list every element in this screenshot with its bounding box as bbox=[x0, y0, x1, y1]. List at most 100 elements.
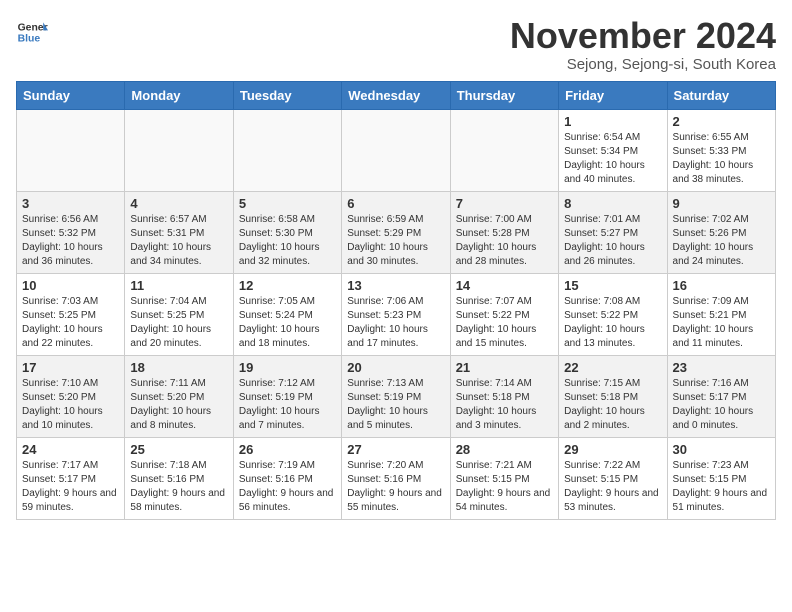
calendar-cell bbox=[125, 109, 233, 191]
calendar-cell: 3 Sunrise: 6:56 AM Sunset: 5:32 PM Daylig… bbox=[17, 191, 125, 273]
calendar-cell: 7Sunrise: 7:00 AM Sunset: 5:28 PM Daylig… bbox=[450, 191, 558, 273]
day-number: 5 bbox=[239, 196, 336, 211]
logo: General Blue bbox=[16, 16, 48, 48]
day-info: Sunrise: 7:03 AM Sunset: 5:25 PM Dayligh… bbox=[22, 295, 119, 351]
day-info: Sunrise: 7:22 AM Sunset: 5:15 PM Dayligh… bbox=[564, 459, 661, 515]
day-number: 2 bbox=[673, 114, 770, 129]
day-number: 20 bbox=[347, 360, 444, 375]
day-number: 9 bbox=[673, 196, 770, 211]
calendar-week-row: 3 Sunrise: 6:56 AM Sunset: 5:32 PM Daylig… bbox=[17, 191, 776, 273]
weekday-header: Tuesday bbox=[233, 81, 341, 109]
day-number: 3 bbox=[22, 196, 119, 211]
day-number: 19 bbox=[239, 360, 336, 375]
day-number: 15 bbox=[564, 278, 661, 293]
day-number: 4 bbox=[130, 196, 227, 211]
day-info: Sunrise: 7:18 AM Sunset: 5:16 PM Dayligh… bbox=[130, 459, 227, 515]
day-info: Sunrise: 6:54 AM Sunset: 5:34 PM Dayligh… bbox=[564, 131, 661, 187]
calendar-week-row: 1 Sunrise: 6:54 AM Sunset: 5:34 PM Daylig… bbox=[17, 109, 776, 191]
calendar-cell: 11Sunrise: 7:04 AM Sunset: 5:25 PM Dayli… bbox=[125, 273, 233, 355]
day-info: Sunrise: 7:23 AM Sunset: 5:15 PM Dayligh… bbox=[673, 459, 770, 515]
calendar-cell: 18Sunrise: 7:11 AM Sunset: 5:20 PM Dayli… bbox=[125, 355, 233, 437]
day-info: Sunrise: 6:59 AM Sunset: 5:29 PM Dayligh… bbox=[347, 213, 444, 269]
location-subtitle: Sejong, Sejong-si, South Korea bbox=[510, 56, 776, 73]
calendar-cell: 5 Sunrise: 6:58 AM Sunset: 5:30 PM Daylig… bbox=[233, 191, 341, 273]
weekday-header: Thursday bbox=[450, 81, 558, 109]
day-info: Sunrise: 7:02 AM Sunset: 5:26 PM Dayligh… bbox=[673, 213, 770, 269]
day-info: Sunrise: 7:19 AM Sunset: 5:16 PM Dayligh… bbox=[239, 459, 336, 515]
calendar-week-row: 17Sunrise: 7:10 AM Sunset: 5:20 PM Dayli… bbox=[17, 355, 776, 437]
day-number: 23 bbox=[673, 360, 770, 375]
calendar-cell: 14 Sunrise: 7:07 AM Sunset: 5:22 PM Dayli… bbox=[450, 273, 558, 355]
calendar-cell bbox=[233, 109, 341, 191]
calendar-cell: 25 Sunrise: 7:18 AM Sunset: 5:16 PM Dayli… bbox=[125, 437, 233, 519]
day-number: 14 bbox=[456, 278, 553, 293]
calendar-cell: 2 Sunrise: 6:55 AM Sunset: 5:33 PM Daylig… bbox=[667, 109, 775, 191]
calendar-week-row: 10 Sunrise: 7:03 AM Sunset: 5:25 PM Dayli… bbox=[17, 273, 776, 355]
day-number: 27 bbox=[347, 442, 444, 457]
day-info: Sunrise: 7:00 AM Sunset: 5:28 PM Dayligh… bbox=[456, 213, 553, 269]
calendar-cell: 9 Sunrise: 7:02 AM Sunset: 5:26 PM Daylig… bbox=[667, 191, 775, 273]
day-info: Sunrise: 7:17 AM Sunset: 5:17 PM Dayligh… bbox=[22, 459, 119, 515]
calendar-cell: 15 Sunrise: 7:08 AM Sunset: 5:22 PM Dayli… bbox=[559, 273, 667, 355]
day-number: 12 bbox=[239, 278, 336, 293]
calendar-cell: 12 Sunrise: 7:05 AM Sunset: 5:24 PM Dayli… bbox=[233, 273, 341, 355]
day-number: 17 bbox=[22, 360, 119, 375]
day-number: 8 bbox=[564, 196, 661, 211]
day-info: Sunrise: 7:06 AM Sunset: 5:23 PM Dayligh… bbox=[347, 295, 444, 351]
day-info: Sunrise: 7:01 AM Sunset: 5:27 PM Dayligh… bbox=[564, 213, 661, 269]
weekday-header: Saturday bbox=[667, 81, 775, 109]
calendar-cell: 17Sunrise: 7:10 AM Sunset: 5:20 PM Dayli… bbox=[17, 355, 125, 437]
day-info: Sunrise: 7:14 AM Sunset: 5:18 PM Dayligh… bbox=[456, 377, 553, 433]
calendar-cell bbox=[450, 109, 558, 191]
calendar-cell: 6 Sunrise: 6:59 AM Sunset: 5:29 PM Daylig… bbox=[342, 191, 450, 273]
day-number: 13 bbox=[347, 278, 444, 293]
page-header: General Blue November 2024 Sejong, Sejon… bbox=[16, 16, 776, 73]
calendar-cell bbox=[17, 109, 125, 191]
calendar-cell: 20 Sunrise: 7:13 AM Sunset: 5:19 PM Dayli… bbox=[342, 355, 450, 437]
day-info: Sunrise: 6:56 AM Sunset: 5:32 PM Dayligh… bbox=[22, 213, 119, 269]
calendar-cell: 29 Sunrise: 7:22 AM Sunset: 5:15 PM Dayli… bbox=[559, 437, 667, 519]
calendar-cell: 4Sunrise: 6:57 AM Sunset: 5:31 PM Daylig… bbox=[125, 191, 233, 273]
calendar-cell: 24Sunrise: 7:17 AM Sunset: 5:17 PM Dayli… bbox=[17, 437, 125, 519]
weekday-header: Monday bbox=[125, 81, 233, 109]
calendar-cell: 13 Sunrise: 7:06 AM Sunset: 5:23 PM Dayli… bbox=[342, 273, 450, 355]
day-info: Sunrise: 7:09 AM Sunset: 5:21 PM Dayligh… bbox=[673, 295, 770, 351]
svg-text:Blue: Blue bbox=[18, 34, 41, 45]
calendar-cell: 8 Sunrise: 7:01 AM Sunset: 5:27 PM Daylig… bbox=[559, 191, 667, 273]
day-number: 22 bbox=[564, 360, 661, 375]
day-number: 10 bbox=[22, 278, 119, 293]
day-number: 29 bbox=[564, 442, 661, 457]
day-info: Sunrise: 7:21 AM Sunset: 5:15 PM Dayligh… bbox=[456, 459, 553, 515]
day-number: 1 bbox=[564, 114, 661, 129]
calendar-cell bbox=[342, 109, 450, 191]
day-info: Sunrise: 7:11 AM Sunset: 5:20 PM Dayligh… bbox=[130, 377, 227, 433]
calendar-cell: 21Sunrise: 7:14 AM Sunset: 5:18 PM Dayli… bbox=[450, 355, 558, 437]
calendar-cell: 30 Sunrise: 7:23 AM Sunset: 5:15 PM Dayli… bbox=[667, 437, 775, 519]
calendar-cell: 22 Sunrise: 7:15 AM Sunset: 5:18 PM Dayli… bbox=[559, 355, 667, 437]
day-info: Sunrise: 7:20 AM Sunset: 5:16 PM Dayligh… bbox=[347, 459, 444, 515]
day-info: Sunrise: 6:58 AM Sunset: 5:30 PM Dayligh… bbox=[239, 213, 336, 269]
day-number: 25 bbox=[130, 442, 227, 457]
day-number: 30 bbox=[673, 442, 770, 457]
month-title: November 2024 bbox=[510, 16, 776, 56]
day-info: Sunrise: 7:08 AM Sunset: 5:22 PM Dayligh… bbox=[564, 295, 661, 351]
calendar-header-row: SundayMondayTuesdayWednesdayThursdayFrid… bbox=[17, 81, 776, 109]
day-info: Sunrise: 7:04 AM Sunset: 5:25 PM Dayligh… bbox=[130, 295, 227, 351]
weekday-header: Sunday bbox=[17, 81, 125, 109]
day-number: 28 bbox=[456, 442, 553, 457]
calendar-cell: 19 Sunrise: 7:12 AM Sunset: 5:19 PM Dayli… bbox=[233, 355, 341, 437]
calendar-cell: 26Sunrise: 7:19 AM Sunset: 5:16 PM Dayli… bbox=[233, 437, 341, 519]
day-number: 6 bbox=[347, 196, 444, 211]
day-info: Sunrise: 7:16 AM Sunset: 5:17 PM Dayligh… bbox=[673, 377, 770, 433]
calendar-cell: 28 Sunrise: 7:21 AM Sunset: 5:15 PM Dayli… bbox=[450, 437, 558, 519]
calendar-cell: 1 Sunrise: 6:54 AM Sunset: 5:34 PM Daylig… bbox=[559, 109, 667, 191]
day-info: Sunrise: 6:55 AM Sunset: 5:33 PM Dayligh… bbox=[673, 131, 770, 187]
day-info: Sunrise: 7:07 AM Sunset: 5:22 PM Dayligh… bbox=[456, 295, 553, 351]
day-info: Sunrise: 7:12 AM Sunset: 5:19 PM Dayligh… bbox=[239, 377, 336, 433]
weekday-header: Wednesday bbox=[342, 81, 450, 109]
day-info: Sunrise: 7:13 AM Sunset: 5:19 PM Dayligh… bbox=[347, 377, 444, 433]
calendar-cell: 27 Sunrise: 7:20 AM Sunset: 5:16 PM Dayli… bbox=[342, 437, 450, 519]
calendar-table: SundayMondayTuesdayWednesdayThursdayFrid… bbox=[16, 81, 776, 520]
day-info: Sunrise: 7:05 AM Sunset: 5:24 PM Dayligh… bbox=[239, 295, 336, 351]
day-info: Sunrise: 7:15 AM Sunset: 5:18 PM Dayligh… bbox=[564, 377, 661, 433]
